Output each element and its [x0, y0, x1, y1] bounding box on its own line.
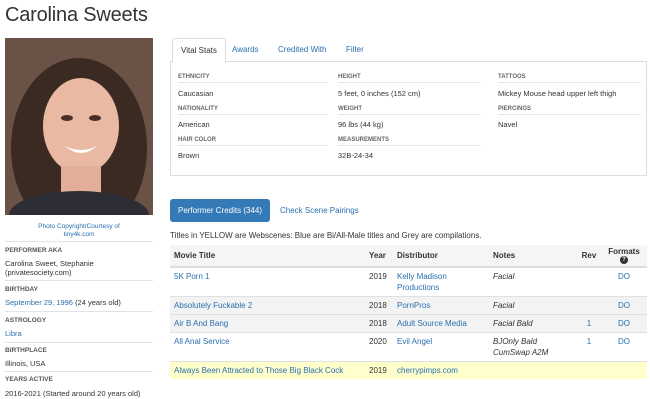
movie-title-link[interactable]: Air B And Bang — [170, 314, 365, 333]
rev-link[interactable] — [577, 296, 601, 315]
nationality-value: American — [178, 120, 210, 129]
distributor-link[interactable]: PornPros — [393, 296, 489, 315]
format-link[interactable]: DO — [601, 296, 647, 315]
years-active-label: Years Active — [5, 376, 53, 383]
format-link[interactable]: DO — [601, 266, 647, 297]
col-notes[interactable]: Notes — [489, 245, 577, 268]
rev-link[interactable] — [577, 266, 601, 297]
distributor-link[interactable]: Kelly Madison Productions — [393, 266, 489, 297]
weight-label: Weight — [338, 106, 362, 112]
distributor-link[interactable]: Adult Source Media — [393, 314, 489, 333]
ethnicity-label: Ethnicity — [178, 74, 210, 80]
rev-link[interactable]: 1 — [577, 332, 601, 362]
table-row: 5K Porn 1 2019 Kelly Madison Productions… — [170, 266, 647, 297]
birthplace-value: Illinois, USA — [5, 359, 46, 368]
divider — [498, 114, 641, 115]
tab-vital-stats[interactable]: Vital Stats — [172, 38, 226, 63]
col-rev[interactable]: Rev — [577, 245, 601, 268]
tab-credited-with[interactable]: Credited With — [270, 38, 334, 62]
measurements-label: Measurements — [338, 137, 390, 143]
format-link[interactable]: DO — [601, 332, 647, 362]
col-distributor[interactable]: Distributor — [393, 245, 489, 268]
aka-label: Performer AKA — [5, 247, 63, 254]
birthplace-label: Birthplace — [5, 347, 47, 354]
distributor-link[interactable]: cherrypimps.com — [393, 361, 489, 379]
divider — [5, 371, 153, 372]
divider — [5, 241, 153, 242]
notes-cell: Facial Bald — [489, 314, 577, 333]
page-title: Carolina Sweets — [5, 4, 148, 26]
performer-credits-button[interactable]: Performer Credits (344) — [170, 199, 270, 222]
movie-title-link[interactable]: All Anal Service — [170, 332, 365, 362]
divider — [5, 311, 153, 312]
height-value: 5 feet, 0 inches (152 cm) — [338, 89, 421, 98]
astrology-label: Astrology — [5, 317, 47, 324]
divider — [338, 145, 481, 146]
divider — [5, 342, 153, 343]
notes-cell: Facial — [489, 296, 577, 315]
table-row: All Anal Service 2020 Evil Angel BJOnly … — [170, 332, 647, 362]
divider — [178, 82, 328, 83]
performer-photo — [5, 38, 153, 215]
year-cell: 2018 — [365, 296, 393, 315]
credits-legend: Titles in YELLOW are Webscenes: Blue are… — [170, 231, 482, 240]
rev-link[interactable]: 1 — [577, 314, 601, 333]
movie-title-link[interactable]: Always Been Attracted to Those Big Black… — [170, 361, 365, 379]
table-header-row: Movie Title Year Distributor Notes Rev F… — [170, 245, 647, 268]
hair-color-label: Hair Color — [178, 137, 216, 143]
rev-link[interactable] — [577, 361, 601, 379]
format-link[interactable]: DO — [601, 314, 647, 333]
col-year[interactable]: Year — [365, 245, 393, 268]
birthday-value: September 29, 1996 (24 years old) — [5, 298, 121, 307]
birthday-link[interactable]: September 29, 1996 — [5, 298, 73, 307]
col-formats[interactable]: Formats ? — [601, 245, 647, 268]
tab-awards[interactable]: Awards — [224, 38, 267, 62]
tattoos-label: Tattoos — [498, 74, 526, 80]
col-movie-title[interactable]: Movie Title — [170, 245, 365, 268]
tattoos-value: Mickey Mouse head upper left thigh — [498, 89, 617, 98]
nationality-label: Nationality — [178, 106, 218, 112]
divider — [338, 82, 481, 83]
year-cell: 2019 — [365, 361, 393, 379]
check-scene-pairings-link[interactable]: Check Scene Pairings — [280, 199, 359, 222]
measurements-value: 32B-24-34 — [338, 151, 374, 160]
table-row: Air B And Bang 2018 Adult Source Media F… — [170, 314, 647, 333]
distributor-link[interactable]: Evil Angel — [393, 332, 489, 362]
piercings-label: Piercings — [498, 106, 532, 112]
year-cell: 2018 — [365, 314, 393, 333]
divider — [5, 280, 153, 281]
astrology-link[interactable]: Libra — [5, 329, 155, 338]
year-cell: 2019 — [365, 266, 393, 297]
tab-filter[interactable]: Filter — [338, 38, 372, 62]
divider — [178, 145, 328, 146]
ethnicity-value: Caucasian — [178, 89, 214, 98]
divider — [498, 82, 641, 83]
stats-tabs: Vital Stats Awards Credited With Filter — [170, 38, 647, 63]
credits-table: Movie Title Year Distributor Notes Rev F… — [170, 245, 647, 379]
years-active-value: 2016-2021 (Started around 20 years old) — [5, 389, 141, 398]
aka-value: Carolina Sweet, Stephanie (privatesociet… — [5, 259, 94, 277]
table-row: Always Been Attracted to Those Big Black… — [170, 361, 647, 379]
notes-cell: BJOnly Bald CumSwap A2M — [489, 332, 577, 362]
format-link[interactable] — [601, 361, 647, 379]
movie-title-link[interactable]: Absolutely Fuckable 2 — [170, 296, 365, 315]
help-icon[interactable]: ? — [620, 256, 628, 265]
vital-stats-panel: Ethnicity Caucasian Nationality American… — [170, 62, 647, 176]
weight-value: 96 lbs (44 kg) — [338, 120, 384, 129]
movie-title-link[interactable]: 5K Porn 1 — [170, 266, 365, 297]
photo-credit[interactable]: Photo Copyright/Courtesy of tiny4k.com — [5, 223, 153, 239]
divider — [178, 114, 328, 115]
divider — [338, 114, 481, 115]
table-row: Absolutely Fuckable 2 2018 PornPros Faci… — [170, 296, 647, 315]
hair-color-value: Brown — [178, 151, 200, 160]
birthday-label: Birthday — [5, 286, 38, 293]
notes-cell — [489, 361, 577, 379]
height-label: Height — [338, 74, 361, 80]
notes-cell: Facial — [489, 266, 577, 297]
piercings-value: Navel — [498, 120, 518, 129]
year-cell: 2020 — [365, 332, 393, 362]
